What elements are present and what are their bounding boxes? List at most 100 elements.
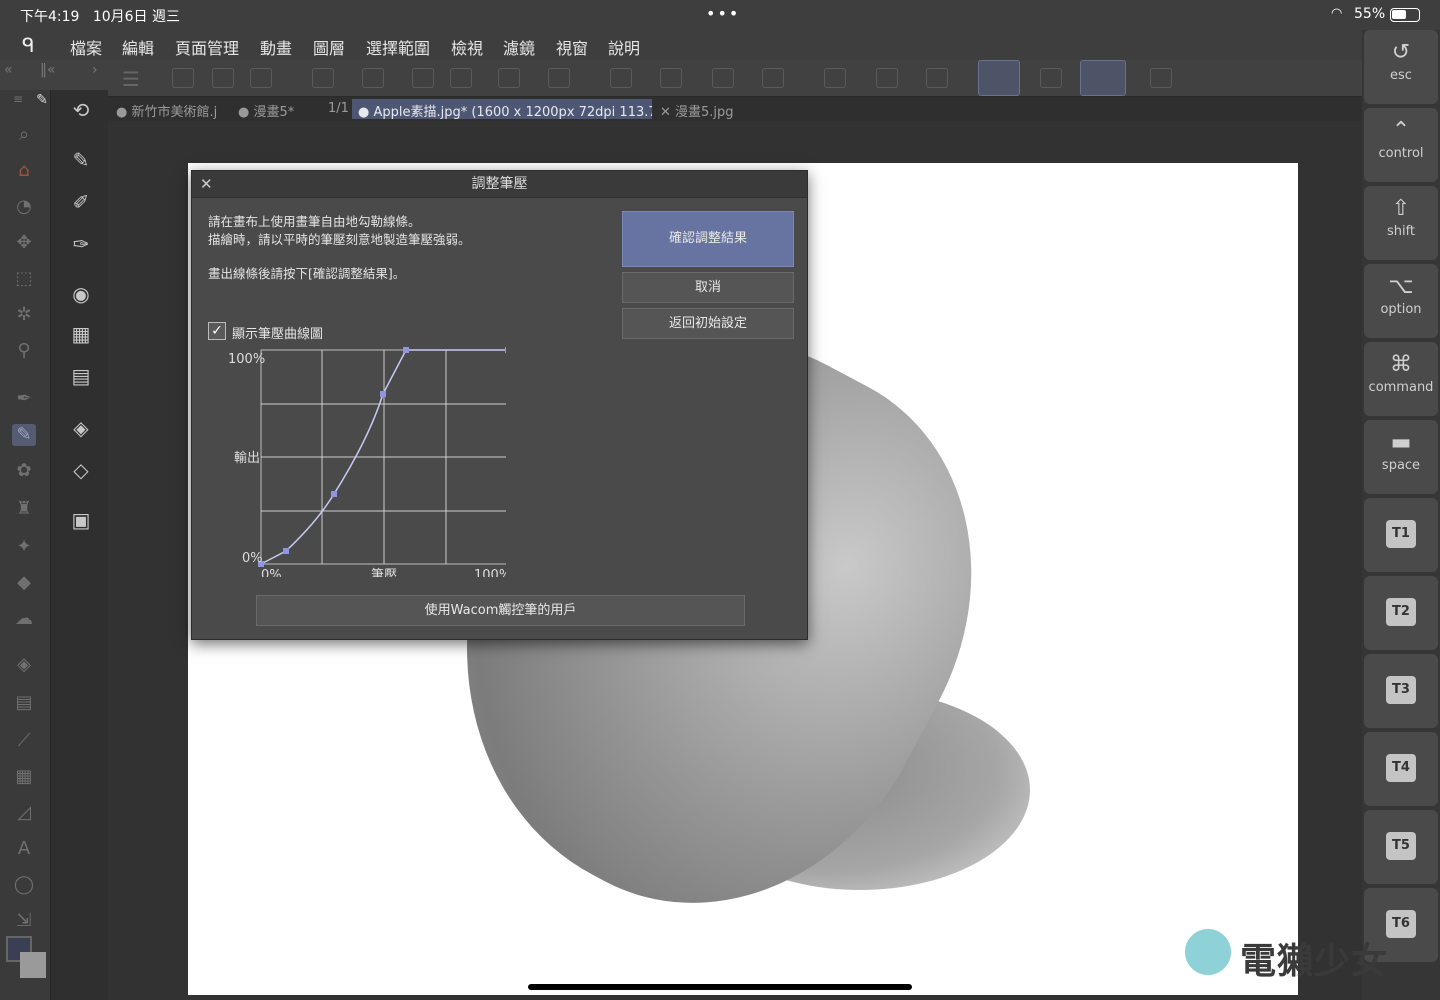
brush-tool-icon[interactable]: ✿ bbox=[12, 460, 36, 482]
pencil-tool-icon[interactable]: ✎ bbox=[12, 424, 36, 446]
esc-key[interactable]: ↺ esc bbox=[1364, 30, 1438, 104]
eyedropper-icon[interactable]: ⚲ bbox=[12, 340, 36, 362]
shift-key[interactable]: ⇧ shift bbox=[1364, 186, 1438, 260]
menu-help[interactable]: 說明 bbox=[608, 35, 640, 59]
tab-comic5[interactable]: ● 漫畫5* bbox=[232, 99, 324, 119]
show-curve-checkbox[interactable]: ✓ bbox=[208, 322, 226, 340]
ruler-snap-icon[interactable] bbox=[978, 60, 1020, 96]
control-key[interactable]: ⌃ control bbox=[1364, 108, 1438, 182]
line-correction-icon[interactable]: ⇲ bbox=[12, 910, 36, 932]
tab-comic5-jpg[interactable]: ✕ 漫畫5.jpg bbox=[654, 99, 774, 119]
menu-layer[interactable]: 圖層 bbox=[313, 35, 345, 59]
undo-icon[interactable] bbox=[498, 68, 520, 88]
export-icon[interactable] bbox=[312, 68, 334, 88]
shift-icon: ⇧ bbox=[1391, 196, 1411, 221]
t5-key[interactable]: T5 bbox=[1364, 810, 1438, 884]
t1-key[interactable]: T1 bbox=[1364, 498, 1438, 572]
material-icon[interactable]: ▣ bbox=[68, 508, 94, 532]
menu-selection[interactable]: 選擇範圍 bbox=[366, 35, 430, 59]
command-key[interactable]: ⌘ command bbox=[1364, 342, 1438, 416]
selection-tool-icon[interactable]: ⬚ bbox=[12, 268, 36, 290]
move-layer-tool-icon[interactable]: ⌂ bbox=[12, 160, 36, 182]
curve-point[interactable] bbox=[403, 347, 409, 353]
copy-icon[interactable] bbox=[660, 68, 682, 88]
balloon-tool-icon[interactable]: ◯ bbox=[12, 874, 36, 896]
app-logo-icon[interactable]: ᑫ bbox=[22, 33, 35, 57]
curve-point[interactable] bbox=[283, 548, 289, 554]
menu-edit[interactable]: 編輯 bbox=[122, 35, 154, 59]
operation-tool-icon[interactable]: ◔ bbox=[12, 196, 36, 218]
tab-museum[interactable]: ● 新竹市美術館.j bbox=[110, 99, 228, 119]
zoom-tool-icon[interactable]: ⌕ bbox=[12, 124, 36, 146]
text-tool-icon[interactable]: A bbox=[12, 838, 36, 860]
transform-icon[interactable] bbox=[762, 68, 784, 88]
loading-icon[interactable] bbox=[610, 68, 632, 88]
home-indicator[interactable] bbox=[528, 984, 912, 990]
deselect-icon[interactable] bbox=[824, 68, 846, 88]
menu-animation[interactable]: 動畫 bbox=[260, 35, 292, 59]
special-ruler-icon[interactable] bbox=[1080, 60, 1126, 96]
pen-tool-icon[interactable]: ✒ bbox=[12, 388, 36, 410]
collapse-left-icon[interactable]: « bbox=[4, 62, 13, 78]
t4-key[interactable]: T4 bbox=[1364, 732, 1438, 806]
save-icon[interactable] bbox=[250, 68, 272, 88]
decoration-tool-icon[interactable]: ✦ bbox=[12, 536, 36, 558]
eraser-tool-icon[interactable]: ◆ bbox=[12, 572, 36, 594]
menu-file[interactable]: 檔案 bbox=[70, 35, 102, 59]
hamburger-icon[interactable]: ☰ bbox=[122, 67, 140, 91]
tool-property-icon[interactable]: ✎ bbox=[68, 148, 94, 172]
print-icon[interactable] bbox=[362, 68, 384, 88]
reset-button[interactable]: 返回初始設定 bbox=[622, 308, 794, 339]
frame-tool-icon[interactable]: ▦ bbox=[12, 766, 36, 788]
blend-tool-icon[interactable]: ☁ bbox=[12, 608, 36, 630]
move-tool-icon[interactable]: ✥ bbox=[12, 232, 36, 254]
color-set-icon[interactable]: ▦ bbox=[68, 322, 94, 346]
wacom-button[interactable]: 使用Wacom觸控筆的用戶 bbox=[256, 595, 745, 626]
layers-icon[interactable]: ◇ bbox=[68, 458, 94, 482]
redo-icon[interactable] bbox=[548, 68, 570, 88]
expand-right-icon[interactable]: › bbox=[92, 62, 98, 78]
sort-icon[interactable] bbox=[212, 68, 234, 88]
close-icon[interactable]: ✕ bbox=[200, 175, 213, 193]
curve-point[interactable] bbox=[331, 491, 337, 497]
tab-apple-sketch[interactable]: ● Apple素描.jpg* (1600 x 1200px 72dpi 113.… bbox=[352, 99, 652, 119]
timeline-icon[interactable]: ▤ bbox=[68, 364, 94, 388]
ruler-tool-icon[interactable]: ◿ bbox=[12, 802, 36, 824]
multitask-dots[interactable]: ••• bbox=[706, 4, 740, 23]
panel-toggle-icon[interactable]: ‖« bbox=[40, 62, 56, 78]
crop-icon[interactable] bbox=[926, 68, 948, 88]
sub-color-swatch[interactable] bbox=[20, 952, 46, 978]
brush-shape-icon[interactable]: ✑ bbox=[68, 232, 94, 256]
option-key[interactable]: ⌥ option bbox=[1364, 264, 1438, 338]
t2-key[interactable]: T2 bbox=[1364, 576, 1438, 650]
arrange-icon[interactable] bbox=[450, 68, 472, 88]
figure-tool-icon[interactable]: ⟋ bbox=[12, 730, 36, 752]
dialog-title: 調整筆壓 bbox=[192, 171, 807, 198]
pressure-curve-graph[interactable]: 100% 輸出 0% 0% 筆壓 100% bbox=[206, 347, 506, 577]
gradient-tool-icon[interactable]: ▤ bbox=[12, 692, 36, 714]
palette-menu-icon[interactable]: ≡ bbox=[6, 92, 30, 114]
menu-filter[interactable]: 濾鏡 bbox=[503, 35, 535, 59]
new-icon[interactable] bbox=[172, 68, 194, 88]
cancel-button[interactable]: 取消 bbox=[622, 272, 794, 303]
airbrush-tool-icon[interactable]: ♜ bbox=[12, 498, 36, 520]
fill-icon[interactable] bbox=[712, 68, 734, 88]
brush-size-icon[interactable]: ✐ bbox=[68, 190, 94, 214]
curve-point[interactable] bbox=[505, 347, 506, 353]
space-key[interactable]: ▬ space bbox=[1364, 420, 1438, 494]
fill-tool-icon[interactable]: ◈ bbox=[12, 654, 36, 676]
t3-key[interactable]: T3 bbox=[1364, 654, 1438, 728]
layer-property-icon[interactable]: ◈ bbox=[68, 416, 94, 440]
sub-tool-menu-icon[interactable]: ⟲ bbox=[68, 98, 94, 122]
color-wheel-icon[interactable]: ◉ bbox=[68, 282, 94, 306]
menu-view[interactable]: 檢視 bbox=[451, 35, 483, 59]
menu-window[interactable]: 視窗 bbox=[556, 35, 588, 59]
help-icon[interactable] bbox=[1150, 68, 1172, 88]
curve-point[interactable] bbox=[380, 391, 386, 397]
snap-icon[interactable] bbox=[1040, 68, 1062, 88]
share-icon[interactable] bbox=[412, 68, 434, 88]
menu-page[interactable]: 頁面管理 bbox=[175, 35, 239, 59]
invert-icon[interactable] bbox=[876, 68, 898, 88]
auto-select-icon[interactable]: ✲ bbox=[12, 304, 36, 326]
confirm-button[interactable]: 確認調整結果 bbox=[622, 211, 794, 267]
